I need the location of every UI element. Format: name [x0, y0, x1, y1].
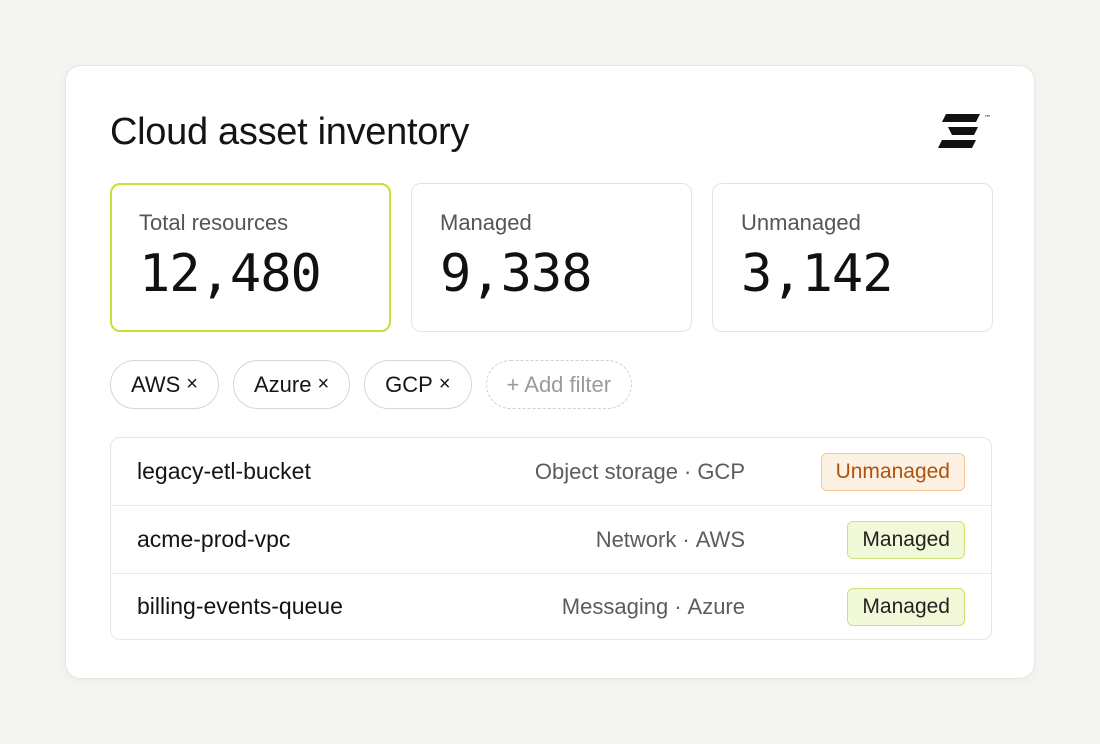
resource-type: Network — [595, 526, 677, 552]
resource-meta: Messaging · Azure — [562, 574, 745, 639]
resource-meta: Object storage · GCP — [535, 438, 745, 505]
resource-provider: GCP — [697, 458, 745, 484]
page-title: Cloud asset inventory — [110, 111, 470, 153]
add-filter-button[interactable]: + Add filter — [485, 360, 633, 409]
filter-chip-gcp[interactable]: GCP × — [364, 360, 472, 409]
resource-name: acme-prod-vpc — [137, 526, 291, 552]
status-badge: Managed — [847, 587, 965, 626]
meta-separator: · — [683, 458, 692, 484]
filter-bar: AWS × Azure × GCP × + Add filter — [110, 360, 633, 409]
status-badge: Managed — [847, 520, 965, 559]
stat-value: 9,338 — [440, 244, 593, 304]
filter-chip-label: GCP — [385, 371, 433, 397]
resource-meta: Network · AWS — [596, 506, 745, 573]
resource-name: legacy-etl-bucket — [137, 458, 311, 484]
resource-type: Messaging — [561, 593, 669, 619]
filter-chip-label: Azure — [253, 371, 312, 397]
trademark-mark: ™ — [984, 114, 991, 122]
stat-label: Total resources — [139, 210, 289, 235]
stat-value: 3,142 — [741, 244, 894, 304]
stat-label: Unmanaged — [741, 210, 861, 235]
resource-list: legacy-etl-bucket Object storage · GCP U… — [110, 437, 992, 640]
stat-total-resources[interactable]: Total resources 12,480 — [110, 183, 391, 332]
table-row[interactable]: legacy-etl-bucket Object storage · GCP U… — [111, 438, 991, 506]
inventory-card: Cloud asset inventory ™ Total resources … — [65, 65, 1035, 679]
meta-separator: · — [682, 526, 690, 552]
resource-name: billing-events-queue — [137, 593, 343, 619]
meta-separator: · — [674, 593, 682, 619]
stacked-bars-logo-icon: ™ — [938, 112, 994, 150]
remove-filter-icon[interactable]: × — [317, 373, 329, 396]
resource-type: Object storage — [534, 458, 678, 484]
stat-label: Managed — [440, 210, 532, 235]
stat-value: 12,480 — [139, 244, 322, 304]
resource-provider: Azure — [687, 593, 745, 619]
table-row[interactable]: billing-events-queue Messaging · Azure M… — [111, 574, 991, 639]
stats-row: Total resources 12,480 Managed 9,338 Unm… — [110, 183, 993, 332]
filter-chip-label: AWS — [131, 371, 181, 397]
resource-provider: AWS — [695, 526, 745, 552]
status-badge: Unmanaged — [820, 452, 965, 491]
filter-chip-azure[interactable]: Azure × — [232, 360, 351, 409]
stat-managed[interactable]: Managed 9,338 — [411, 183, 692, 332]
stat-unmanaged[interactable]: Unmanaged 3,142 — [712, 183, 993, 332]
remove-filter-icon[interactable]: × — [186, 373, 198, 396]
remove-filter-icon[interactable]: × — [439, 373, 451, 396]
table-row[interactable]: acme-prod-vpc Network · AWS Managed — [111, 506, 991, 574]
filter-chip-aws[interactable]: AWS × — [110, 360, 219, 409]
